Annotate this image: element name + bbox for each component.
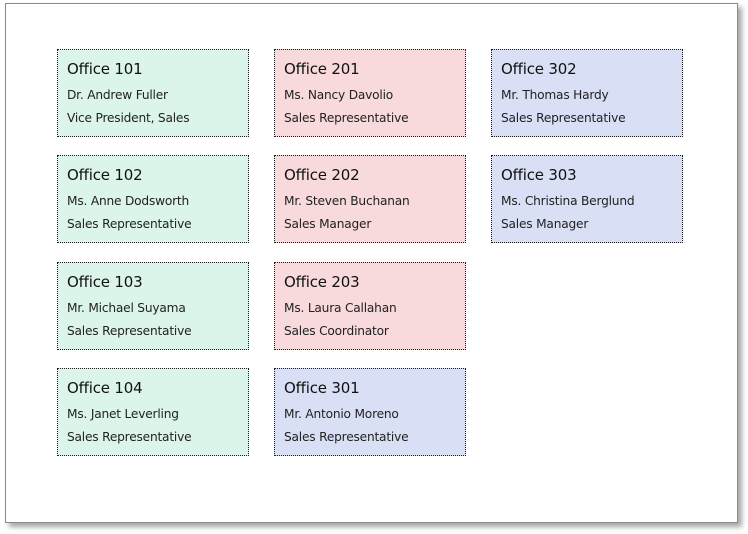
employee-name: Ms. Janet Leverling — [67, 407, 179, 421]
employee-name: Mr. Thomas Hardy — [501, 88, 609, 102]
employee-name: Mr. Steven Buchanan — [284, 194, 410, 208]
employee-name: Mr. Antonio Moreno — [284, 407, 399, 421]
employee-title: Sales Coordinator — [284, 324, 389, 338]
office-label: Office 301 — [284, 379, 360, 397]
employee-title: Sales Representative — [67, 217, 192, 231]
office-label: Office 303 — [501, 166, 577, 184]
office-card-103: Office 103 Mr. Michael Suyama Sales Repr… — [57, 262, 249, 350]
office-label: Office 104 — [67, 379, 143, 397]
employee-title: Sales Representative — [501, 111, 626, 125]
employee-name: Dr. Andrew Fuller — [67, 88, 168, 102]
employee-title: Sales Representative — [67, 324, 192, 338]
office-label: Office 203 — [284, 273, 360, 291]
office-card-203: Office 203 Ms. Laura Callahan Sales Coor… — [274, 262, 466, 350]
office-card-302: Office 302 Mr. Thomas Hardy Sales Repres… — [491, 49, 683, 137]
employee-title: Sales Representative — [67, 430, 192, 444]
office-label: Office 103 — [67, 273, 143, 291]
employee-name: Mr. Michael Suyama — [67, 301, 186, 315]
office-card-202: Office 202 Mr. Steven Buchanan Sales Man… — [274, 155, 466, 243]
office-label: Office 102 — [67, 166, 143, 184]
office-label: Office 202 — [284, 166, 360, 184]
report-page: Office 101 Dr. Andrew Fuller Vice Presid… — [5, 3, 738, 523]
employee-name: Ms. Christina Berglund — [501, 194, 635, 208]
employee-name: Ms. Laura Callahan — [284, 301, 397, 315]
employee-title: Sales Representative — [284, 430, 409, 444]
employee-name: Ms. Anne Dodsworth — [67, 194, 190, 208]
office-label: Office 201 — [284, 60, 360, 78]
employee-title: Vice President, Sales — [67, 111, 190, 125]
employee-title: Sales Manager — [284, 217, 372, 231]
employee-title: Sales Representative — [284, 111, 409, 125]
office-label: Office 101 — [67, 60, 143, 78]
office-card-301: Office 301 Mr. Antonio Moreno Sales Repr… — [274, 368, 466, 456]
office-card-201: Office 201 Ms. Nancy Davolio Sales Repre… — [274, 49, 466, 137]
office-card-101: Office 101 Dr. Andrew Fuller Vice Presid… — [57, 49, 249, 137]
office-card-102: Office 102 Ms. Anne Dodsworth Sales Repr… — [57, 155, 249, 243]
office-card-303: Office 303 Ms. Christina Berglund Sales … — [491, 155, 683, 243]
office-card-104: Office 104 Ms. Janet Leverling Sales Rep… — [57, 368, 249, 456]
office-label: Office 302 — [501, 60, 577, 78]
employee-title: Sales Manager — [501, 217, 589, 231]
employee-name: Ms. Nancy Davolio — [284, 88, 394, 102]
